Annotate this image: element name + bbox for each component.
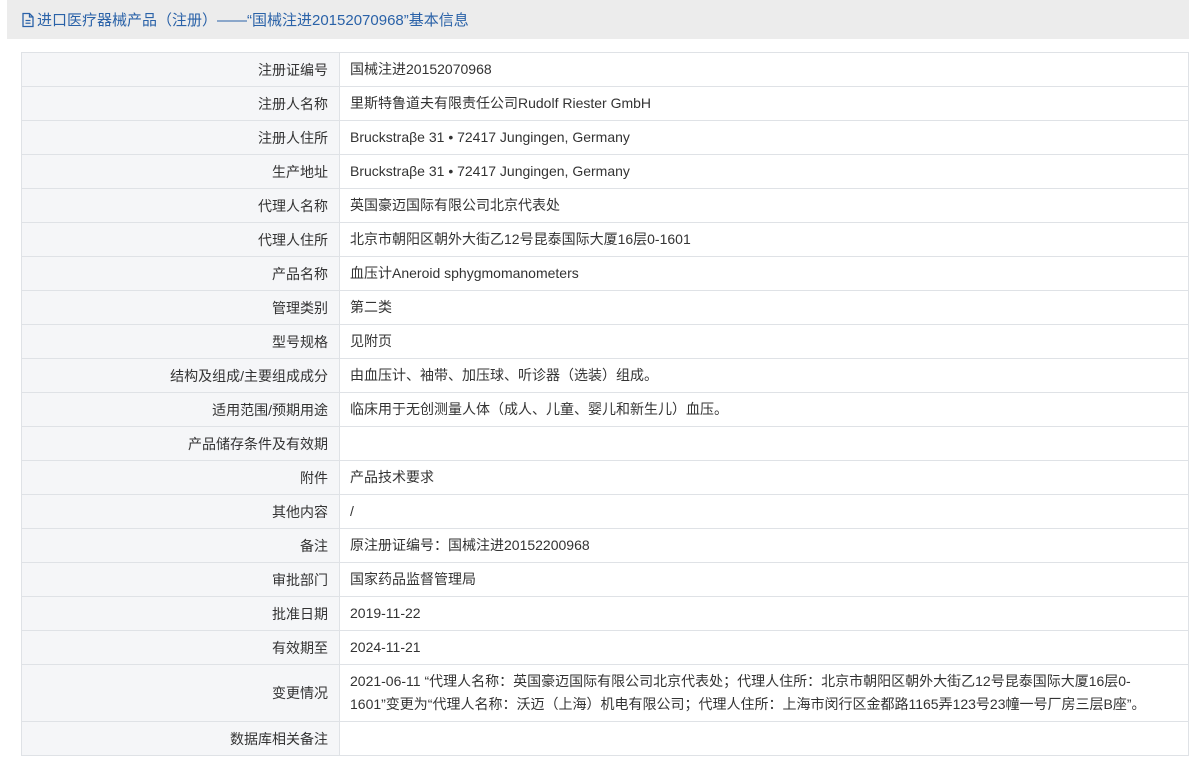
row-value: [339, 721, 1189, 756]
row-value: 原注册证编号：国械注进20152200968: [339, 528, 1189, 563]
row-label: 备注: [21, 528, 340, 563]
table-row: 审批部门 国家药品监督管理局: [21, 562, 1189, 597]
row-label: 其他内容: [21, 494, 340, 529]
row-label: 注册人住所: [21, 120, 340, 155]
row-label: 附件: [21, 460, 340, 495]
row-value: Bruckstraβe 31 • 72417 Jungingen, German…: [339, 120, 1189, 155]
row-label: 产品储存条件及有效期: [21, 426, 340, 461]
table-row: 代理人名称 英国豪迈国际有限公司北京代表处: [21, 188, 1189, 223]
row-label: 管理类别: [21, 290, 340, 325]
table-row: 结构及组成/主要组成成分 由血压计、袖带、加压球、听诊器（选装）组成。: [21, 358, 1189, 393]
table-row: 型号规格 见附页: [21, 324, 1189, 359]
table-row: 产品名称 血压计Aneroid sphygmomanometers: [21, 256, 1189, 291]
row-value: 里斯特鲁道夫有限责任公司Rudolf Riester GmbH: [339, 86, 1189, 121]
row-value: 血压计Aneroid sphygmomanometers: [339, 256, 1189, 291]
row-value: 北京市朝阳区朝外大街乙12号昆泰国际大厦16层0-1601: [339, 222, 1189, 257]
row-label: 生产地址: [21, 154, 340, 189]
table-row: 有效期至 2024-11-21: [21, 630, 1189, 665]
row-label: 代理人名称: [21, 188, 340, 223]
table-row: 生产地址 Bruckstraβe 31 • 72417 Jungingen, G…: [21, 154, 1189, 189]
table-row: 适用范围/预期用途 临床用于无创测量人体（成人、儿童、婴儿和新生儿）血压。: [21, 392, 1189, 427]
row-value: 2021-06-11 “代理人名称：英国豪迈国际有限公司北京代表处；代理人住所：…: [339, 664, 1189, 722]
row-value: 2019-11-22: [339, 596, 1189, 631]
page-title: 进口医疗器械产品（注册）——“国械注进20152070968”基本信息: [37, 12, 469, 29]
row-label: 结构及组成/主要组成成分: [21, 358, 340, 393]
table-row: 注册人住所 Bruckstraβe 31 • 72417 Jungingen, …: [21, 120, 1189, 155]
row-label: 变更情况: [21, 664, 340, 722]
row-label: 审批部门: [21, 562, 340, 597]
table-row: 批准日期 2019-11-22: [21, 596, 1189, 631]
row-value: 2024-11-21: [339, 630, 1189, 665]
row-value: 产品技术要求: [339, 460, 1189, 495]
table-row: 注册人名称 里斯特鲁道夫有限责任公司Rudolf Riester GmbH: [21, 86, 1189, 121]
row-value: 国家药品监督管理局: [339, 562, 1189, 597]
table-row: 注册证编号 国械注进20152070968: [21, 52, 1189, 87]
row-value: 国械注进20152070968: [339, 52, 1189, 87]
row-label: 批准日期: [21, 596, 340, 631]
table-row: 数据库相关备注: [21, 721, 1189, 756]
row-value: [339, 426, 1189, 461]
info-table: 注册证编号 国械注进20152070968 注册人名称 里斯特鲁道夫有限责任公司…: [21, 52, 1189, 756]
row-value: /: [339, 494, 1189, 529]
table-row: 备注 原注册证编号：国械注进20152200968: [21, 528, 1189, 563]
document-icon: [21, 12, 35, 28]
table-row: 产品储存条件及有效期: [21, 426, 1189, 461]
row-label: 有效期至: [21, 630, 340, 665]
row-value: 英国豪迈国际有限公司北京代表处: [339, 188, 1189, 223]
page-header: 进口医疗器械产品（注册）——“国械注进20152070968”基本信息: [7, 0, 1189, 39]
row-value: 第二类: [339, 290, 1189, 325]
row-value: 由血压计、袖带、加压球、听诊器（选装）组成。: [339, 358, 1189, 393]
row-label: 注册人名称: [21, 86, 340, 121]
table-row: 其他内容 /: [21, 494, 1189, 529]
row-label: 代理人住所: [21, 222, 340, 257]
row-label: 产品名称: [21, 256, 340, 291]
row-label: 数据库相关备注: [21, 721, 340, 756]
table-row: 变更情况 2021-06-11 “代理人名称：英国豪迈国际有限公司北京代表处；代…: [21, 664, 1189, 722]
table-row: 附件 产品技术要求: [21, 460, 1189, 495]
row-value: Bruckstraβe 31 • 72417 Jungingen, German…: [339, 154, 1189, 189]
row-label: 型号规格: [21, 324, 340, 359]
row-value: 见附页: [339, 324, 1189, 359]
row-value: 临床用于无创测量人体（成人、儿童、婴儿和新生儿）血压。: [339, 392, 1189, 427]
row-label: 注册证编号: [21, 52, 340, 87]
table-row: 管理类别 第二类: [21, 290, 1189, 325]
row-label: 适用范围/预期用途: [21, 392, 340, 427]
table-row: 代理人住所 北京市朝阳区朝外大街乙12号昆泰国际大厦16层0-1601: [21, 222, 1189, 257]
